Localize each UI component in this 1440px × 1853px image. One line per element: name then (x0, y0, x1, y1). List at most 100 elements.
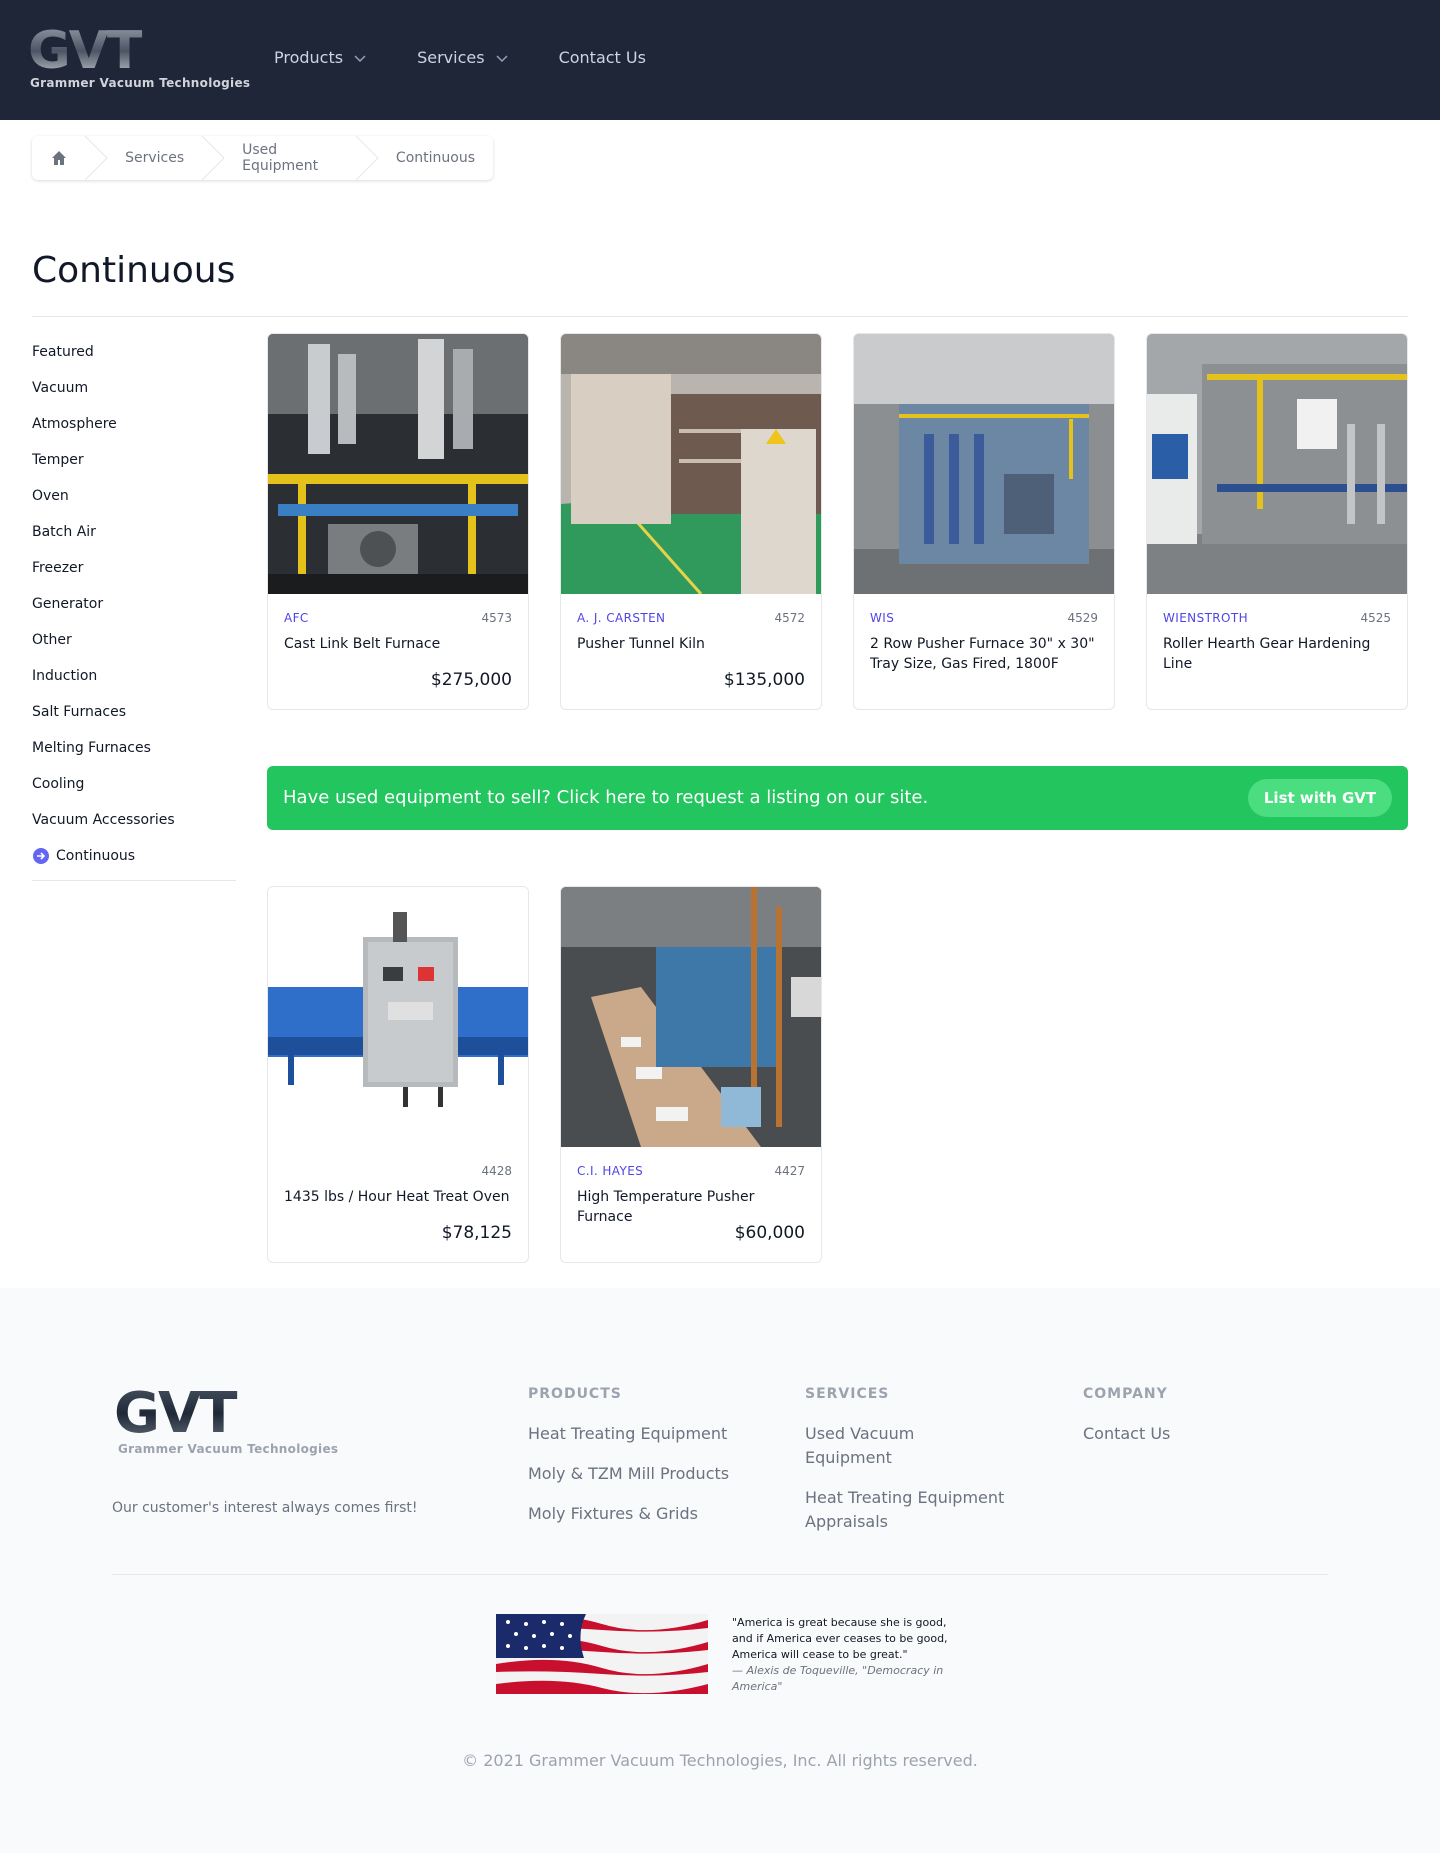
footer-products-heading: PRODUCTS (528, 1386, 622, 1402)
listing-card[interactable]: WIENSTROTH 4525 Roller Hearth Gear Harde… (1146, 333, 1408, 710)
nav-services-label: Services (417, 48, 485, 67)
listing-photo (561, 887, 821, 1147)
footer-services-heading: SERVICES (805, 1386, 890, 1402)
nav-products[interactable]: Products (274, 48, 367, 67)
listing-photo (268, 887, 528, 1147)
listing-title: 1435 lbs / Hour Heat Treat Oven (284, 1189, 510, 1205)
breadcrumb-separator (355, 136, 379, 180)
sidebar-item-continuous[interactable]: Continuous (32, 838, 236, 874)
listing-title: High Temperature Pusher Furnace (577, 1189, 755, 1225)
gvt-logo[interactable]: GVT Grammer Vacuum Technologies (28, 24, 250, 94)
listing-brand: C.I. HAYES (577, 1164, 644, 1178)
sidebar-item-salt-furnaces[interactable]: Salt Furnaces (32, 694, 236, 730)
sidebar-item-cooling[interactable]: Cooling (32, 766, 236, 802)
footer-link-appraisals[interactable]: Heat Treating Equipment Appraisals (805, 1486, 1005, 1534)
breadcrumb-used-equipment-label: Used Equipment (242, 142, 319, 174)
sidebar-item-other[interactable]: Other (32, 622, 236, 658)
listing-photo (1147, 334, 1407, 594)
listing-title: Cast Link Belt Furnace (284, 636, 441, 652)
category-sidebar: Featured Vacuum Atmosphere Temper Oven B… (32, 334, 236, 874)
listing-price: $135,000 (723, 670, 805, 690)
footer-company-heading: COMPANY (1083, 1386, 1168, 1402)
breadcrumb-separator (85, 136, 108, 180)
listing-brand: WIENSTROTH (1163, 611, 1249, 625)
listing-title: 2 Row Pusher Furnace 30" x 30" Tray Size… (870, 636, 1095, 672)
footer-tagline: Our customer's interest always comes fir… (112, 1500, 418, 1516)
sidebar-item-generator[interactable]: Generator (32, 586, 236, 622)
breadcrumb-services-label: Services (125, 150, 185, 166)
quote-attribution: — Alexis de Toqueville, "Democracy in Am… (732, 1664, 944, 1693)
site-header: GVT Grammer Vacuum Technologies Products… (0, 0, 1440, 120)
breadcrumb-services[interactable]: Services (85, 136, 202, 180)
listing-title: Roller Hearth Gear Hardening Line (1163, 636, 1371, 672)
listing-card[interactable]: C.I. HAYES 4427 High Temperature Pusher … (560, 886, 822, 1263)
footer-services-column: SERVICES Used Vacuum Equipment Heat Trea… (805, 1386, 1005, 1550)
listing-number: 4525 (1360, 611, 1391, 625)
listing-number: 4572 (774, 611, 805, 625)
footer-logo-company-name: Grammer Vacuum Technologies (118, 1442, 339, 1456)
nav-contact-label: Contact Us (558, 48, 646, 67)
listing-price: $275,000 (430, 670, 512, 690)
gvt-logo-mark: GVT (28, 24, 145, 72)
list-with-gvt-button[interactable]: List with GVT (1248, 779, 1392, 817)
svg-text:GVT: GVT (28, 24, 143, 72)
american-flag-image (496, 1614, 708, 1694)
chevron-down-icon (354, 54, 366, 62)
footer-link-moly-tzm-mill-products[interactable]: Moly & TZM Mill Products (528, 1462, 729, 1486)
listing-number: 4428 (481, 1164, 512, 1178)
logo-company-name: Grammer Vacuum Technologies (30, 76, 251, 90)
sidebar-item-continuous-label: Continuous (56, 848, 136, 864)
footer-gvt-logo[interactable]: GVT Grammer Vacuum Technologies (114, 1381, 338, 1462)
nav-products-label: Products (274, 48, 344, 67)
quote-text: "America is great because she is good, a… (732, 1616, 948, 1661)
listing-brand: WIS (870, 611, 895, 625)
listing-photo (561, 334, 821, 594)
footer-link-heat-treating-equipment[interactable]: Heat Treating Equipment (528, 1422, 729, 1446)
listing-title: Pusher Tunnel Kiln (577, 636, 705, 652)
sidebar-item-vacuum[interactable]: Vacuum (32, 370, 236, 406)
banner-text: Have used equipment to sell? Click here … (283, 787, 929, 808)
listing-price: $78,125 (441, 1223, 512, 1243)
copyright: © 2021 Grammer Vacuum Technologies, Inc.… (462, 1751, 978, 1770)
page-title: Continuous (32, 250, 236, 291)
footer-products-column: PRODUCTS Heat Treating Equipment Moly & … (528, 1386, 729, 1542)
listing-card[interactable]: AFC 4573 Cast Link Belt Furnace $275,000 (267, 333, 529, 710)
listing-number: 4573 (481, 611, 512, 625)
nav-services[interactable]: Services (417, 48, 508, 67)
footer-link-used-vacuum-equipment[interactable]: Used Vacuum Equipment (805, 1422, 1005, 1470)
breadcrumb-separator (202, 136, 225, 180)
divider (32, 880, 236, 881)
sidebar-item-atmosphere[interactable]: Atmosphere (32, 406, 236, 442)
sidebar-item-batch-air[interactable]: Batch Air (32, 514, 236, 550)
listing-photo (268, 334, 528, 594)
breadcrumb-used-equipment[interactable]: Used Equipment (202, 136, 356, 180)
arrow-circle-right-icon (33, 848, 49, 864)
list-equipment-banner[interactable]: Have used equipment to sell? Click here … (267, 766, 1408, 830)
listing-number: 4427 (774, 1164, 805, 1178)
sidebar-item-melting-furnaces[interactable]: Melting Furnaces (32, 730, 236, 766)
listing-brand: A. J. CARSTEN (577, 611, 666, 625)
breadcrumb-home[interactable] (32, 136, 85, 180)
sidebar-item-featured[interactable]: Featured (32, 334, 236, 370)
listing-price: $60,000 (734, 1223, 805, 1243)
listing-number: 4529 (1067, 611, 1098, 625)
sidebar-item-vacuum-accessories[interactable]: Vacuum Accessories (32, 802, 236, 838)
main-nav: Products Services Contact Us (274, 48, 646, 67)
footer-link-moly-fixtures-grids[interactable]: Moly Fixtures & Grids (528, 1502, 729, 1526)
sidebar-item-oven[interactable]: Oven (32, 478, 236, 514)
sidebar-item-temper[interactable]: Temper (32, 442, 236, 478)
listing-card[interactable]: A. J. CARSTEN 4572 Pusher Tunnel Kiln $1… (560, 333, 822, 710)
sidebar-item-induction[interactable]: Induction (32, 658, 236, 694)
listing-card[interactable]: WIS 4529 2 Row Pusher Furnace 30" x 30" … (853, 333, 1115, 710)
footer-link-contact-us[interactable]: Contact Us (1083, 1422, 1170, 1446)
listing-brand: AFC (284, 611, 309, 625)
chevron-down-icon (496, 54, 508, 62)
listing-card[interactable]: 4428 1435 lbs / Hour Heat Treat Oven $78… (267, 886, 529, 1263)
divider (32, 316, 1408, 317)
sidebar-item-freezer[interactable]: Freezer (32, 550, 236, 586)
nav-contact-us[interactable]: Contact Us (559, 48, 646, 67)
listing-photo (854, 334, 1114, 594)
home-icon (51, 151, 66, 165)
breadcrumb-continuous[interactable]: Continuous (355, 136, 493, 180)
footer-quote: "America is great because she is good, a… (732, 1615, 952, 1695)
